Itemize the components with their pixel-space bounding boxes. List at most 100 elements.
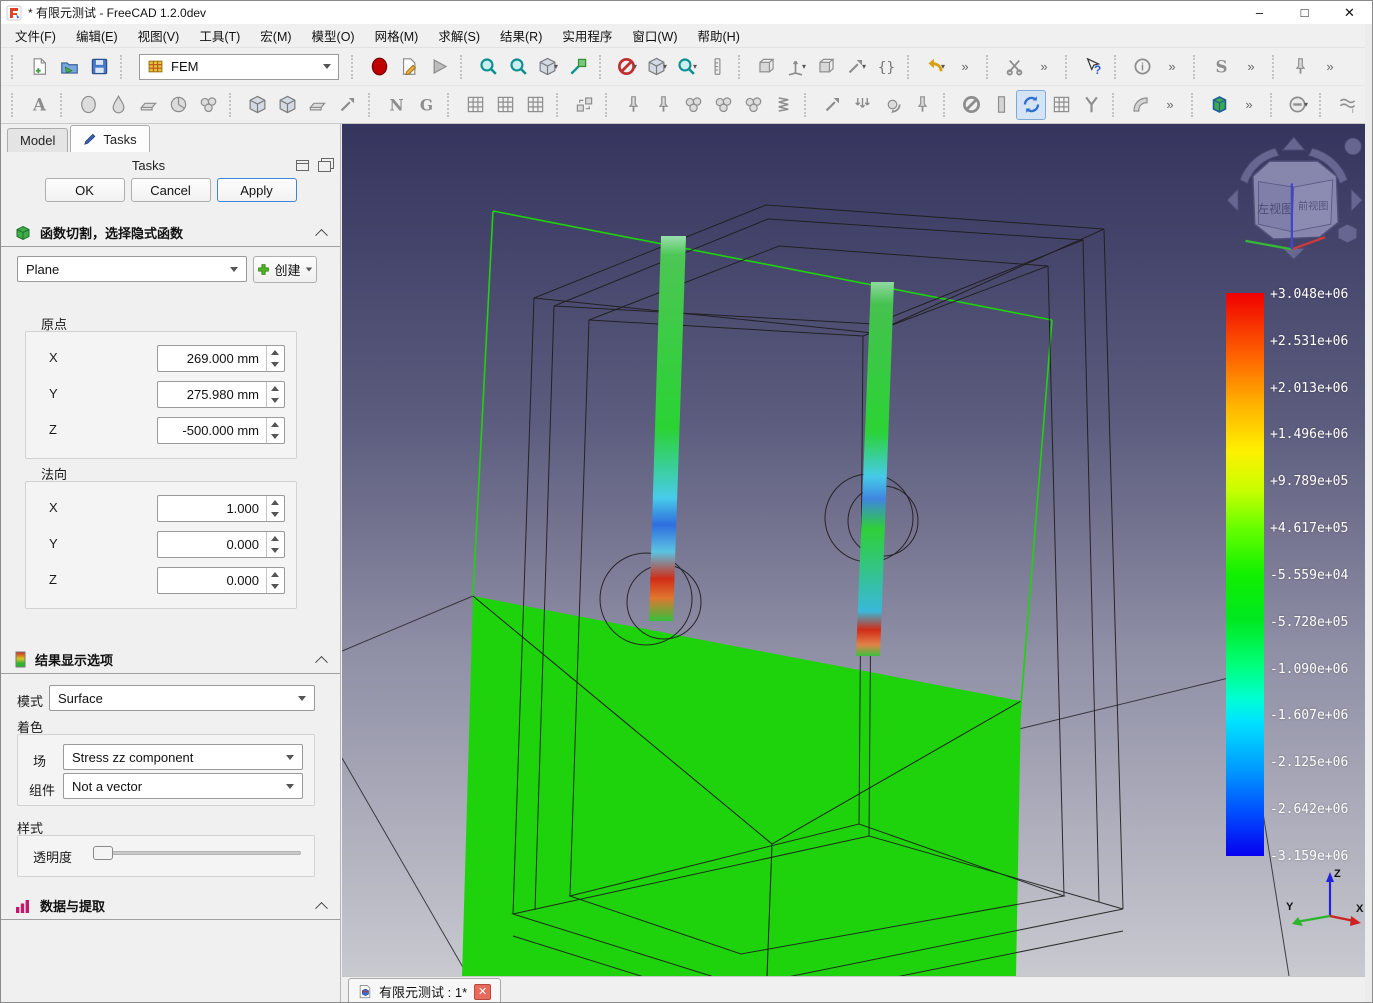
toolbar-grip[interactable]: [11, 93, 20, 117]
mesh-table-button[interactable]: [460, 90, 490, 120]
menu-model[interactable]: 模型(O): [302, 23, 365, 48]
toolbar-overflow[interactable]: »: [1029, 52, 1059, 82]
edit-macro-button[interactable]: [394, 52, 424, 82]
group-button[interactable]: [811, 52, 841, 82]
menu-mesh[interactable]: 网格(M): [365, 23, 429, 48]
expression-button[interactable]: [871, 52, 901, 82]
fem-mesh-flat-button[interactable]: [302, 90, 332, 120]
function-type-select[interactable]: Plane: [17, 256, 247, 282]
close-button[interactable]: ✕: [1327, 2, 1372, 24]
origin-x-value[interactable]: 269.000 mm: [158, 346, 266, 371]
normal-z-spin-buttons[interactable]: [266, 568, 284, 593]
part-button[interactable]: [751, 52, 781, 82]
pin-support-button[interactable]: [907, 90, 937, 120]
origin-x-spin-buttons[interactable]: [266, 346, 284, 371]
pan-left-arrow[interactable]: [1227, 189, 1238, 211]
share-view-button[interactable]: ▾: [841, 52, 871, 82]
measure-button[interactable]: [702, 52, 732, 82]
transparency-slider[interactable]: [93, 846, 301, 860]
toolbar-overflow[interactable]: »: [1315, 52, 1345, 82]
close-document-button[interactable]: ✕: [474, 984, 491, 1000]
constraint-fixed-button[interactable]: [618, 90, 648, 120]
mesh-swap-button[interactable]: [569, 90, 599, 120]
normal-y-value[interactable]: 0.000: [158, 532, 266, 557]
filter-clip-button[interactable]: ▾: [1283, 90, 1313, 120]
origin-y-spin-buttons[interactable]: [266, 382, 284, 407]
fem-mesh-cut-button[interactable]: [272, 90, 302, 120]
fem-mesh-box-button[interactable]: [242, 90, 272, 120]
isometric-view-button[interactable]: ▾: [533, 52, 563, 82]
float-panel-icon[interactable]: [318, 161, 331, 172]
undo-button[interactable]: ▾: [920, 52, 950, 82]
navcube-front-face-label[interactable]: 前视图: [1298, 199, 1329, 212]
maximize-button[interactable]: □: [1282, 2, 1327, 24]
rotation-button[interactable]: [877, 90, 907, 120]
origin-y-value[interactable]: 275.980 mm: [158, 382, 266, 407]
cut-button[interactable]: [999, 52, 1029, 82]
navcube-mini-cube[interactable]: [1338, 224, 1357, 243]
surface-tool-button[interactable]: [1206, 52, 1236, 82]
slider-handle[interactable]: [93, 846, 113, 860]
origin-z-spin-buttons[interactable]: [266, 418, 284, 443]
clip-region-button[interactable]: [133, 90, 163, 120]
navcube-body[interactable]: 左视图 前视图: [1253, 161, 1338, 239]
menu-window[interactable]: 窗口(W): [622, 23, 687, 48]
document-tab[interactable]: 有限元测试 : 1* ✕: [348, 978, 501, 1003]
new-file-button[interactable]: [24, 52, 54, 82]
spring-button[interactable]: [768, 90, 798, 120]
placement-button[interactable]: ▾: [781, 52, 811, 82]
bend-tool-button[interactable]: [1125, 90, 1155, 120]
toolbar-grip[interactable]: [11, 55, 20, 79]
normal-x-spin-buttons[interactable]: [266, 496, 284, 521]
apply-button[interactable]: Apply: [217, 178, 297, 202]
refresh-results-button[interactable]: [1016, 90, 1046, 120]
section-result-display-header[interactable]: 结果显示选项: [1, 646, 340, 674]
constraint-probe-button[interactable]: [648, 90, 678, 120]
component-select[interactable]: Not a vector: [63, 773, 303, 799]
menu-results[interactable]: 结果(R): [490, 23, 552, 48]
tab-tasks[interactable]: Tasks: [70, 125, 149, 152]
open-file-button[interactable]: [54, 52, 84, 82]
droplet-button[interactable]: [103, 90, 133, 120]
tab-model[interactable]: Model: [7, 128, 68, 152]
result-show-button[interactable]: [1204, 90, 1234, 120]
section-cut-button[interactable]: ▾: [642, 52, 672, 82]
mesh-group-button[interactable]: [520, 90, 550, 120]
spheres-button[interactable]: [193, 90, 223, 120]
pipe-section-button[interactable]: [1076, 90, 1106, 120]
ok-button[interactable]: OK: [45, 178, 125, 202]
workbench-selector[interactable]: FEM: [139, 54, 339, 80]
section-data-extraction-header[interactable]: 数据与提取: [1, 892, 340, 920]
pressure-arrows-button[interactable]: [847, 90, 877, 120]
post-pipeline-button[interactable]: [1332, 90, 1362, 120]
whats-this-button[interactable]: [1078, 52, 1108, 82]
ellipsoid-button[interactable]: [73, 90, 103, 120]
mesh-display-button[interactable]: [1046, 90, 1076, 120]
tilt-up-arrow[interactable]: [1283, 137, 1305, 150]
fem-mesh-arrow-button[interactable]: [332, 90, 362, 120]
toolbar-overflow[interactable]: »: [1155, 90, 1185, 120]
menu-view[interactable]: 视图(V): [128, 23, 190, 48]
clipping-plane-button[interactable]: ▾: [612, 52, 642, 82]
current-spheres-button[interactable]: [738, 90, 768, 120]
toolbar-grip[interactable]: [120, 55, 129, 79]
menu-help[interactable]: 帮助(H): [688, 23, 750, 48]
annotation-button[interactable]: [24, 90, 54, 120]
navcube-left-face-label[interactable]: 左视图: [1257, 201, 1293, 216]
beam-column-button[interactable]: [986, 90, 1016, 120]
save-file-button[interactable]: [84, 52, 114, 82]
mesh-region-button[interactable]: [490, 90, 520, 120]
electro-spheres-button[interactable]: [678, 90, 708, 120]
force-arrow-button[interactable]: [817, 90, 847, 120]
netgen-mesh-button[interactable]: [381, 90, 411, 120]
menu-edit[interactable]: 编辑(E): [66, 23, 128, 48]
deactivate-button[interactable]: [956, 90, 986, 120]
go-to-selection-button[interactable]: [563, 52, 593, 82]
tilt-down-arrow[interactable]: [1283, 248, 1305, 259]
create-function-button[interactable]: 创建: [253, 256, 317, 283]
pie-cut-button[interactable]: [163, 90, 193, 120]
menu-solve[interactable]: 求解(S): [428, 23, 490, 48]
navigation-cube[interactable]: 左视图 前视图: [1227, 132, 1366, 272]
zoom-region-button[interactable]: ▾: [672, 52, 702, 82]
3d-viewport[interactable]: +3.048e+06+2.531e+06+2.013e+06+1.496e+06…: [342, 124, 1366, 976]
